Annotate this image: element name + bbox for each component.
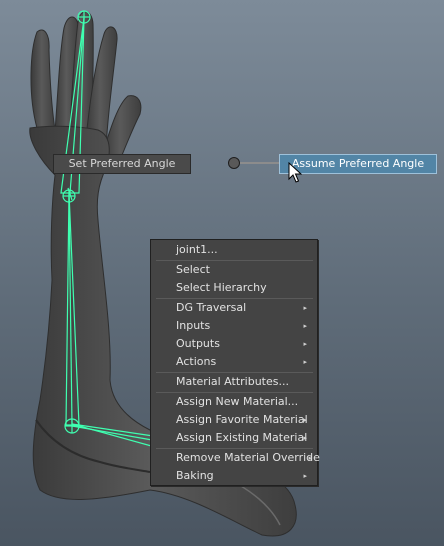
menu-item-label: Select Hierarchy	[176, 281, 267, 294]
menu-item-label: Remove Material Override	[176, 451, 320, 464]
menu-item-label: Assign Favorite Material	[176, 413, 308, 426]
menu-item-label: Material Attributes...	[176, 375, 289, 388]
submenu-arrow-icon: ▸	[303, 472, 307, 480]
submenu-arrow-icon: ▸	[303, 358, 307, 366]
submenu-arrow-icon: ▸	[303, 304, 307, 312]
menu-item-outputs[interactable]: Outputs ▸	[155, 335, 313, 353]
submenu-arrow-icon: ▸	[303, 322, 307, 330]
submenu-arrow-icon: ▸	[303, 416, 307, 424]
menu-item-label: Select	[176, 263, 210, 276]
set-preferred-angle-button[interactable]: Set Preferred Angle	[53, 154, 191, 174]
submenu-arrow-icon: ▸	[308, 454, 312, 462]
menu-item-remove-material-override[interactable]: Remove Material Override ▸	[155, 449, 320, 467]
thumb	[30, 29, 56, 131]
menu-item-assign-existing-material[interactable]: Assign Existing Material ▸	[155, 429, 313, 447]
menu-item-select[interactable]: Select	[155, 261, 313, 279]
submenu-arrow-icon: ▸	[303, 340, 307, 348]
menu-item-label: DG Traversal	[176, 301, 247, 314]
menu-item-select-hierarchy[interactable]: Select Hierarchy	[155, 279, 313, 297]
menu-item-label: Assign New Material...	[176, 395, 299, 408]
joint-elbow	[64, 418, 80, 434]
menu-item-inputs[interactable]: Inputs ▸	[155, 317, 313, 335]
menu-item-label: Actions	[176, 355, 217, 368]
marking-menu-center	[228, 157, 240, 169]
joint-wrist	[62, 189, 76, 203]
menu-item-label: joint1...	[176, 243, 218, 256]
context-menu: joint1... Select Select Hierarchy DG Tra…	[150, 239, 320, 486]
menu-item-joint1[interactable]: joint1...	[155, 241, 313, 259]
menu-item-label: Inputs	[176, 319, 211, 332]
menu-item-assign-favorite-material[interactable]: Assign Favorite Material ▸	[155, 411, 313, 429]
submenu-arrow-icon: ▸	[303, 434, 307, 442]
menu-item-assign-new-material[interactable]: Assign New Material...	[155, 393, 313, 411]
menu-item-dg-traversal[interactable]: DG Traversal ▸	[155, 299, 313, 317]
menu-item-actions[interactable]: Actions ▸	[155, 353, 313, 371]
menu-item-label: Outputs	[176, 337, 220, 350]
menu-item-label: Assign Existing Material	[176, 431, 308, 444]
mouse-cursor-icon	[288, 162, 302, 183]
menu-item-label: Baking	[176, 469, 214, 482]
assume-preferred-angle-button[interactable]: Assume Preferred Angle	[279, 154, 437, 174]
joint-wrist-top	[77, 10, 91, 24]
3d-viewport[interactable]: Set Preferred Angle Assume Preferred Ang…	[0, 0, 444, 546]
marking-menu-direction-line	[240, 162, 280, 164]
menu-item-material-attributes[interactable]: Material Attributes...	[155, 373, 313, 391]
menu-item-baking[interactable]: Baking ▸	[155, 467, 313, 485]
